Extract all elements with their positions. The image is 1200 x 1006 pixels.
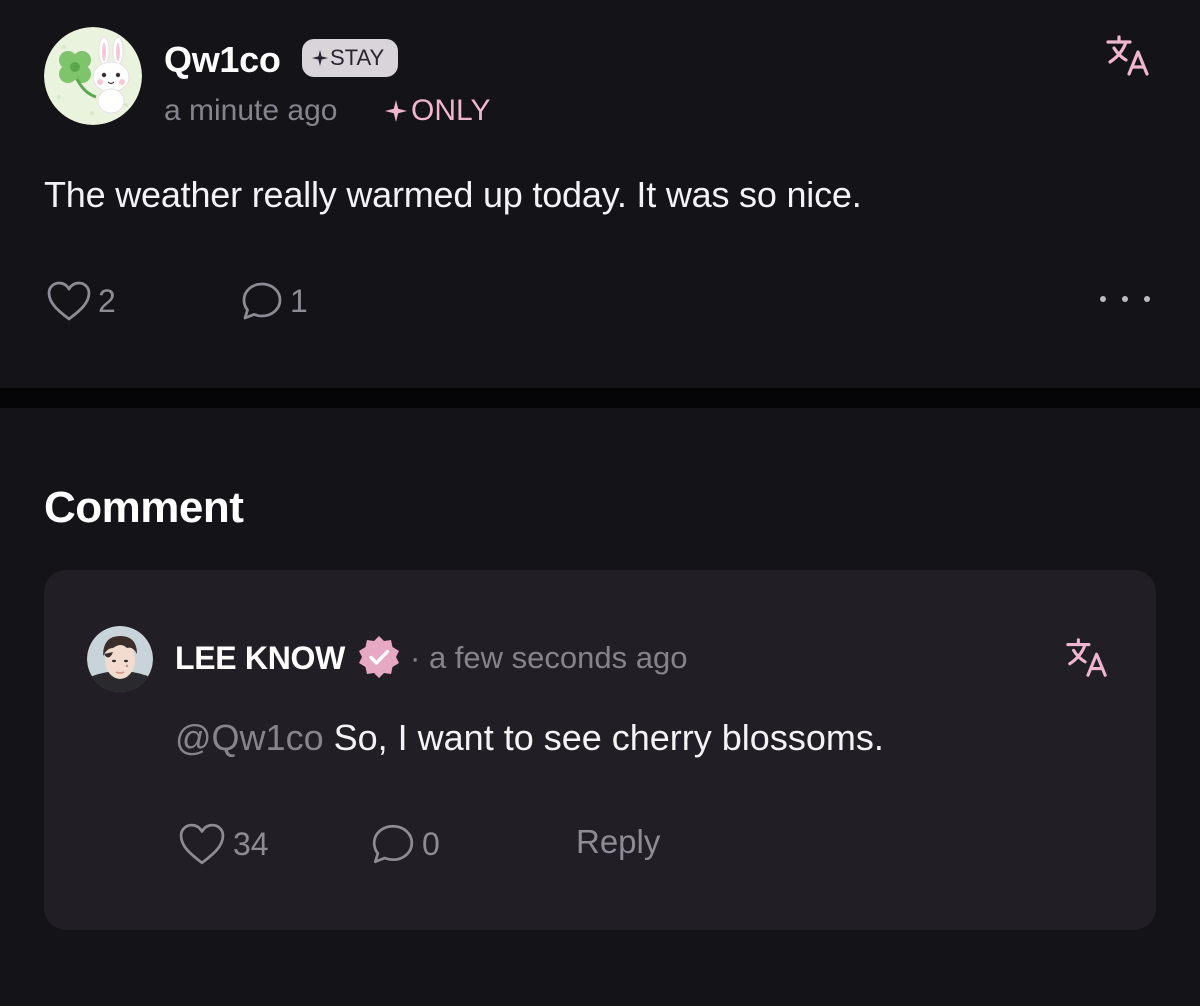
post: Qw1co STAY a minute ago ONLY The weather…	[0, 0, 1200, 388]
speech-bubble-icon	[372, 824, 414, 864]
stay-badge: STAY	[302, 39, 399, 77]
comments-heading: Comment	[44, 483, 244, 532]
ellipsis-dot	[1144, 296, 1150, 302]
comments-section: Comment LEE KNOW · a few seconds ago @Qw…	[0, 408, 1200, 1006]
comment-translate-button[interactable]	[1064, 635, 1112, 683]
post-like-button[interactable]: 2	[46, 280, 116, 322]
comment-timestamp: · a few seconds ago	[410, 638, 687, 678]
visibility-label: ONLY	[385, 92, 490, 130]
post-comment-count: 1	[290, 283, 308, 319]
heart-icon	[179, 823, 225, 865]
translate-icon	[1066, 638, 1107, 677]
stay-badge-label: STAY	[330, 45, 385, 70]
speech-bubble-icon	[242, 282, 282, 320]
comment-reply-count-button[interactable]: 0	[370, 822, 440, 866]
reply-button[interactable]: Reply	[576, 822, 660, 862]
sparkle-icon	[385, 100, 407, 122]
commenter-avatar-image	[87, 626, 153, 692]
commenter-avatar[interactable]	[87, 626, 153, 692]
section-divider	[0, 388, 1200, 408]
clover-bunny-avatar-image	[44, 27, 142, 125]
ellipsis-dot	[1122, 296, 1128, 302]
comment-reply-count: 0	[422, 826, 440, 862]
post-body-text: The weather really warmed up today. It w…	[44, 174, 862, 215]
post-timestamp: a minute ago	[164, 94, 338, 127]
visibility-label-text: ONLY	[411, 94, 491, 127]
author-avatar[interactable]	[44, 27, 142, 125]
commenter-name[interactable]: LEE KNOW	[175, 638, 345, 678]
mention-link[interactable]: @Qw1co	[175, 717, 324, 758]
comment-text: So, I want to see cherry blossoms.	[333, 717, 884, 758]
post-author-name[interactable]: Qw1co	[164, 38, 281, 82]
time-separator: ·	[410, 640, 421, 675]
comment-time-text: a few seconds ago	[428, 640, 688, 675]
post-like-count: 2	[98, 283, 116, 319]
comment-card: LEE KNOW · a few seconds ago @Qw1co So, …	[44, 570, 1156, 930]
comment-like-count: 34	[233, 826, 269, 862]
heart-icon	[47, 281, 91, 321]
translate-button[interactable]	[1104, 32, 1152, 80]
verified-badge-icon	[359, 636, 399, 678]
sparkle-icon	[312, 50, 328, 66]
comment-body: @Qw1co So, I want to see cherry blossoms…	[175, 715, 884, 761]
post-comment-button[interactable]: 1	[240, 280, 308, 322]
translate-icon	[1106, 35, 1149, 76]
comment-like-button[interactable]: 34	[177, 822, 269, 866]
more-options-button[interactable]	[1100, 284, 1150, 314]
ellipsis-dot	[1100, 296, 1106, 302]
